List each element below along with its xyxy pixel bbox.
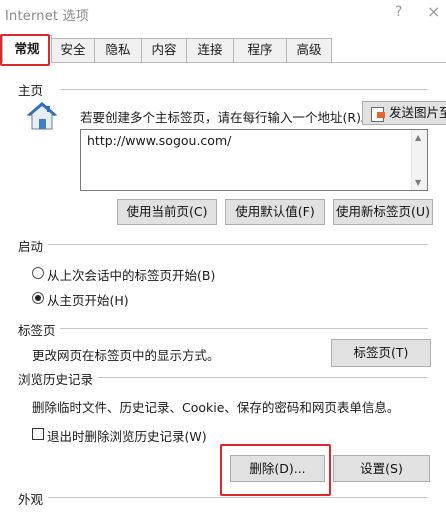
send-image-label: 发送图片至	[389, 105, 446, 120]
tabs-section-title: 标签页	[18, 323, 56, 338]
homepage-hint: 若要创建多个主标签页，请在每行输入一个地址(R)。	[80, 110, 374, 125]
arrow-overlay-icon	[377, 112, 385, 118]
window-title: Internet 选项	[5, 9, 89, 24]
use-new-tab-button[interactable]: 使用新标签页(U)	[333, 199, 433, 225]
tab-advanced[interactable]: 高级	[286, 38, 332, 62]
homepage-section-title: 主页	[18, 83, 44, 98]
highlight-box-delete-button	[220, 444, 331, 496]
scroll-down-icon[interactable]: ▼	[415, 178, 421, 187]
use-current-button[interactable]: 使用当前页(C)	[117, 199, 217, 225]
tabs-separator	[60, 328, 428, 329]
help-icon[interactable]: ?	[395, 4, 402, 20]
tabs-settings-button[interactable]: 标签页(T)	[331, 339, 431, 367]
house-icon	[26, 100, 58, 132]
homepage-separator	[60, 89, 428, 90]
history-separator	[98, 377, 428, 378]
tab-strip: 常规 安全 隐私 内容 连接 程序 高级	[0, 35, 446, 63]
tab-privacy[interactable]: 隐私	[94, 38, 142, 62]
highlight-box-general-tab	[0, 34, 50, 66]
homepage-url-value: http://www.sogou.com/	[87, 133, 232, 148]
tab-programs[interactable]: 程序	[233, 38, 287, 62]
tab-security[interactable]: 安全	[51, 38, 95, 62]
send-image-button[interactable]: 发送图片至	[362, 101, 446, 125]
title-bar: Internet 选项 ? ×	[0, 0, 446, 30]
delete-on-exit-label[interactable]: 退出时删除浏览历史记录(W)	[47, 426, 207, 445]
appearance-separator	[48, 497, 428, 498]
delete-on-exit-checkbox[interactable]	[32, 428, 44, 440]
tab-content[interactable]: 内容	[141, 38, 187, 62]
tabs-description: 更改网页在标签页中的显示方式。	[32, 348, 220, 363]
startup-section-title: 启动	[18, 239, 44, 254]
textarea-scrollbar[interactable]: ▲ ▼	[411, 130, 427, 190]
scroll-up-icon[interactable]: ▲	[415, 133, 421, 142]
startup-option-homepage-radio[interactable]	[32, 292, 44, 304]
appearance-section-title: 外观	[18, 492, 44, 507]
homepage-url-textarea[interactable]: http://www.sogou.com/ ▲ ▼	[80, 129, 428, 191]
close-icon[interactable]: ×	[427, 2, 440, 21]
startup-option-homepage-label[interactable]: 从主页开始(H)	[47, 290, 129, 309]
startup-separator	[48, 244, 428, 245]
history-settings-button[interactable]: 设置(S)	[333, 455, 430, 482]
startup-option-last-session-radio[interactable]	[32, 267, 44, 279]
history-description: 删除临时文件、历史记录、Cookie、保存的密码和网页表单信息。	[32, 400, 400, 415]
use-default-button[interactable]: 使用默认值(F)	[225, 199, 325, 225]
tab-connections[interactable]: 连接	[186, 38, 234, 62]
history-section-title: 浏览历史记录	[18, 372, 94, 387]
startup-option-last-session-label[interactable]: 从上次会话中的标签页开始(B)	[47, 265, 215, 284]
